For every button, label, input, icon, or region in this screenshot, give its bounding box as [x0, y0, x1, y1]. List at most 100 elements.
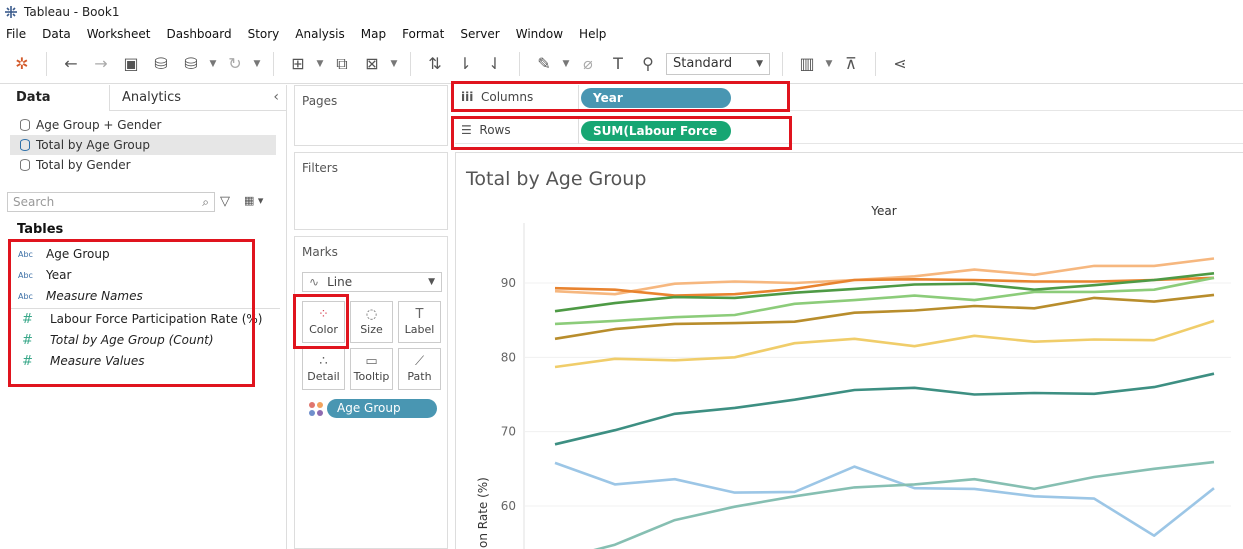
chevron-down-icon: ▼	[756, 58, 763, 69]
path-button[interactable]: ⟋ Path	[398, 348, 441, 390]
series-line-4[interactable]	[554, 276, 1215, 326]
label-button[interactable]: T Label	[398, 301, 441, 343]
toolbar-divider	[273, 51, 274, 76]
menu-map[interactable]: Map	[361, 27, 386, 41]
view-options-icon[interactable]: ▦ ▾	[244, 194, 263, 207]
menu-bar: File Data Worksheet Dashboard Story Anal…	[0, 24, 1243, 44]
chevron-down-icon[interactable]: ▼	[209, 52, 217, 76]
save-icon[interactable]: ▣	[119, 52, 143, 76]
menu-worksheet[interactable]: Worksheet	[87, 27, 151, 41]
fix-axes-icon[interactable]: ⚲	[636, 52, 660, 76]
tab-analytics[interactable]: Analytics	[110, 85, 280, 111]
detail-label: Detail	[307, 370, 340, 383]
menu-help[interactable]: Help	[579, 27, 606, 41]
tab-data[interactable]: Data	[0, 85, 110, 111]
menu-dashboard[interactable]: Dashboard	[166, 27, 231, 41]
toolbar-divider	[410, 51, 411, 76]
database-icon	[20, 159, 30, 171]
new-datasource-icon[interactable]: ⛁	[149, 52, 173, 76]
collapse-pane-icon[interactable]: ‹	[273, 89, 279, 105]
tooltip-icon: ▭	[365, 354, 378, 369]
group-members-icon[interactable]: ⌀	[576, 52, 600, 76]
mark-type-dropdown[interactable]: ∿ Line ▼	[302, 272, 442, 292]
chevron-down-icon[interactable]: ▼	[390, 52, 398, 76]
show-mark-labels-icon[interactable]: T	[606, 52, 630, 76]
duplicate-sheet-icon[interactable]: ⧉	[330, 52, 354, 76]
undo-icon[interactable]: ←	[59, 52, 83, 76]
new-worksheet-icon[interactable]: ⊞	[286, 52, 310, 76]
datasource-item-selected[interactable]: Total by Age Group	[10, 135, 276, 155]
toolbar: ✲ ← → ▣ ⛁ ⛁ ▼ ↻ ▼ ⊞ ▼ ⧉ ⊠ ▼ ⇅ ⇂ ⇃ ✎ ▼ ⌀ …	[0, 44, 1243, 84]
datasource-item[interactable]: Age Group + Gender	[10, 115, 276, 135]
datasource-label: Age Group + Gender	[36, 118, 162, 132]
line-mark-icon: ∿	[309, 275, 320, 289]
label-icon: T	[415, 307, 424, 322]
share-icon[interactable]: ⋖	[888, 52, 912, 76]
fit-mode-dropdown[interactable]: Standard ▼	[666, 52, 770, 75]
show-cards-icon[interactable]: ▥	[795, 52, 819, 76]
datasource-label: Total by Age Group	[36, 138, 150, 152]
mark-type-value: Line	[327, 275, 353, 289]
filters-card[interactable]: Filters	[294, 152, 448, 230]
menu-format[interactable]: Format	[402, 27, 444, 41]
field-search-input[interactable]: Search ⌕	[7, 192, 215, 212]
chevron-down-icon[interactable]: ▼	[825, 52, 833, 76]
pane-tabs: Data Analytics ‹	[0, 85, 287, 111]
menu-server[interactable]: Server	[460, 27, 499, 41]
series-line-6[interactable]	[554, 319, 1215, 369]
detail-icon: ∴	[319, 354, 328, 369]
line-chart: 60 70 80 90 on Rate (%)	[476, 223, 1231, 549]
menu-story[interactable]: Story	[248, 27, 280, 41]
window-title: Tableau - Book1	[24, 5, 120, 19]
chevron-down-icon[interactable]: ▼	[562, 52, 570, 76]
pause-updates-icon[interactable]: ⛁	[179, 52, 203, 76]
swap-rows-columns-icon[interactable]: ⇅	[423, 52, 447, 76]
age-group-color-pill[interactable]: Age Group	[327, 399, 437, 418]
tableau-logo-icon	[5, 6, 17, 18]
y-tick-label: 60	[501, 499, 516, 513]
menu-file[interactable]: File	[6, 27, 26, 41]
series-line-7[interactable]	[554, 372, 1215, 446]
color-encoding-icon	[309, 402, 323, 416]
chevron-down-icon[interactable]: ▼	[253, 52, 261, 76]
tooltip-label: Tooltip	[353, 370, 390, 383]
refresh-icon[interactable]: ↻	[223, 52, 247, 76]
tableau-home-icon[interactable]: ✲	[10, 52, 34, 76]
tables-header: Tables	[17, 222, 64, 237]
toolbar-divider	[519, 51, 520, 76]
tooltip-button[interactable]: ▭ Tooltip	[350, 348, 393, 390]
sort-ascending-icon[interactable]: ⇂	[453, 52, 477, 76]
clear-sheet-icon[interactable]: ⊠	[360, 52, 384, 76]
detail-button[interactable]: ∴ Detail	[302, 348, 345, 390]
size-label: Size	[360, 323, 383, 336]
marks-title: Marks	[302, 245, 338, 259]
menu-analysis[interactable]: Analysis	[295, 27, 344, 41]
size-icon: ◌	[365, 307, 378, 322]
datasource-item[interactable]: Total by Gender	[10, 155, 276, 175]
chevron-down-icon[interactable]: ▼	[316, 52, 324, 76]
y-tick-label: 70	[501, 425, 516, 439]
y-axis-label: on Rate (%)	[476, 477, 490, 548]
pages-card[interactable]: Pages	[294, 85, 448, 146]
size-button[interactable]: ◌ Size	[350, 301, 393, 343]
database-active-icon	[20, 139, 30, 151]
path-label: Path	[407, 370, 432, 383]
menu-window[interactable]: Window	[516, 27, 563, 41]
path-icon: ⟋	[414, 354, 425, 369]
search-placeholder: Search	[13, 195, 55, 209]
chevron-down-icon: ▼	[428, 277, 435, 287]
pages-title: Pages	[302, 94, 338, 108]
visualization-area: Total by Age Group Year 60 70 80 90 on Rate …	[455, 152, 1243, 549]
redo-icon[interactable]: →	[89, 52, 113, 76]
annotation-highlight	[8, 239, 255, 387]
series-line-5[interactable]	[554, 293, 1215, 341]
filters-title: Filters	[302, 161, 338, 175]
series-line-1[interactable]	[554, 257, 1215, 296]
toolbar-divider	[782, 51, 783, 76]
sort-descending-icon[interactable]: ⇃	[483, 52, 507, 76]
y-tick-label: 80	[501, 350, 516, 364]
filter-fields-icon[interactable]: ▽	[220, 194, 230, 209]
presentation-mode-icon[interactable]: ⊼	[839, 52, 863, 76]
menu-data[interactable]: Data	[42, 27, 71, 41]
highlight-icon[interactable]: ✎	[532, 52, 556, 76]
